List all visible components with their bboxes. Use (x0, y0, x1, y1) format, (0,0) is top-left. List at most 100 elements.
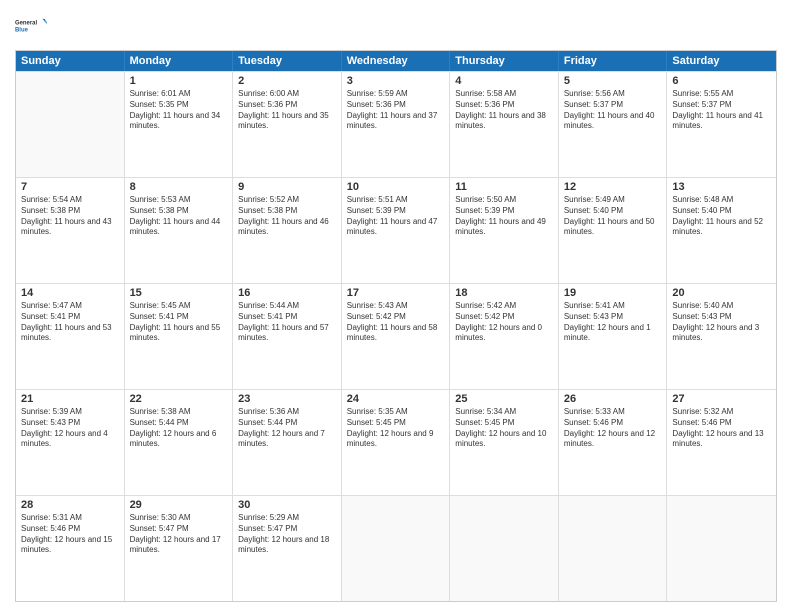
cell-info: Sunrise: 5:43 AM Sunset: 5:42 PM Dayligh… (347, 301, 445, 344)
sunset-label: Sunset: 5:43 PM (21, 418, 80, 427)
cell-info: Sunrise: 5:45 AM Sunset: 5:41 PM Dayligh… (130, 301, 228, 344)
cal-cell: 3 Sunrise: 5:59 AM Sunset: 5:36 PM Dayli… (342, 72, 451, 177)
cell-info: Sunrise: 5:56 AM Sunset: 5:37 PM Dayligh… (564, 89, 662, 132)
sunset-label: Sunset: 5:42 PM (347, 312, 406, 321)
sunset-label: Sunset: 5:42 PM (455, 312, 514, 321)
sunrise-label: Sunrise: 5:38 AM (130, 407, 191, 416)
sunset-label: Sunset: 5:46 PM (21, 524, 80, 533)
day-number: 30 (238, 499, 336, 511)
sunrise-label: Sunrise: 5:30 AM (130, 513, 191, 522)
cal-cell: 29 Sunrise: 5:30 AM Sunset: 5:47 PM Dayl… (125, 496, 234, 601)
cal-cell: 4 Sunrise: 5:58 AM Sunset: 5:36 PM Dayli… (450, 72, 559, 177)
header-day-monday: Monday (125, 51, 234, 71)
sunset-label: Sunset: 5:46 PM (564, 418, 623, 427)
sunrise-label: Sunrise: 5:44 AM (238, 301, 299, 310)
sunset-label: Sunset: 5:37 PM (672, 100, 731, 109)
day-number: 3 (347, 75, 445, 87)
cal-cell: 1 Sunrise: 6:01 AM Sunset: 5:35 PM Dayli… (125, 72, 234, 177)
cal-cell: 6 Sunrise: 5:55 AM Sunset: 5:37 PM Dayli… (667, 72, 776, 177)
daylight-label: Daylight: 12 hours and 12 minutes. (564, 429, 655, 449)
svg-text:General: General (15, 20, 37, 26)
daylight-label: Daylight: 11 hours and 43 minutes. (21, 217, 112, 237)
daylight-label: Daylight: 11 hours and 44 minutes. (130, 217, 221, 237)
daylight-label: Daylight: 11 hours and 53 minutes. (21, 323, 112, 343)
week-row-1: 1 Sunrise: 6:01 AM Sunset: 5:35 PM Dayli… (16, 71, 776, 177)
daylight-label: Daylight: 11 hours and 57 minutes. (238, 323, 329, 343)
cal-cell: 19 Sunrise: 5:41 AM Sunset: 5:43 PM Dayl… (559, 284, 668, 389)
daylight-label: Daylight: 12 hours and 17 minutes. (130, 535, 221, 555)
header-day-wednesday: Wednesday (342, 51, 451, 71)
sunrise-label: Sunrise: 5:51 AM (347, 195, 408, 204)
cell-info: Sunrise: 5:38 AM Sunset: 5:44 PM Dayligh… (130, 407, 228, 450)
sunrise-label: Sunrise: 6:00 AM (238, 89, 299, 98)
sunset-label: Sunset: 5:41 PM (130, 312, 189, 321)
sunrise-label: Sunrise: 5:40 AM (672, 301, 733, 310)
cell-info: Sunrise: 5:47 AM Sunset: 5:41 PM Dayligh… (21, 301, 119, 344)
cell-info: Sunrise: 5:32 AM Sunset: 5:46 PM Dayligh… (672, 407, 771, 450)
cal-cell: 9 Sunrise: 5:52 AM Sunset: 5:38 PM Dayli… (233, 178, 342, 283)
day-number: 28 (21, 499, 119, 511)
day-number: 12 (564, 181, 662, 193)
day-number: 6 (672, 75, 771, 87)
daylight-label: Daylight: 11 hours and 52 minutes. (672, 217, 763, 237)
cal-cell: 2 Sunrise: 6:00 AM Sunset: 5:36 PM Dayli… (233, 72, 342, 177)
logo: General Blue (15, 10, 47, 42)
day-number: 26 (564, 393, 662, 405)
cell-info: Sunrise: 5:49 AM Sunset: 5:40 PM Dayligh… (564, 195, 662, 238)
cell-info: Sunrise: 5:58 AM Sunset: 5:36 PM Dayligh… (455, 89, 553, 132)
day-number: 29 (130, 499, 228, 511)
daylight-label: Daylight: 11 hours and 58 minutes. (347, 323, 438, 343)
cell-info: Sunrise: 5:53 AM Sunset: 5:38 PM Dayligh… (130, 195, 228, 238)
day-number: 7 (21, 181, 119, 193)
day-number: 21 (21, 393, 119, 405)
week-row-5: 28 Sunrise: 5:31 AM Sunset: 5:46 PM Dayl… (16, 495, 776, 601)
calendar-body: 1 Sunrise: 6:01 AM Sunset: 5:35 PM Dayli… (16, 71, 776, 601)
sunset-label: Sunset: 5:35 PM (130, 100, 189, 109)
header-day-thursday: Thursday (450, 51, 559, 71)
sunset-label: Sunset: 5:47 PM (238, 524, 297, 533)
cal-cell (559, 496, 668, 601)
day-number: 17 (347, 287, 445, 299)
cell-info: Sunrise: 5:51 AM Sunset: 5:39 PM Dayligh… (347, 195, 445, 238)
sunset-label: Sunset: 5:40 PM (564, 206, 623, 215)
cell-info: Sunrise: 5:55 AM Sunset: 5:37 PM Dayligh… (672, 89, 771, 132)
sunrise-label: Sunrise: 5:35 AM (347, 407, 408, 416)
sunrise-label: Sunrise: 5:31 AM (21, 513, 82, 522)
daylight-label: Daylight: 12 hours and 4 minutes. (21, 429, 108, 449)
sunrise-label: Sunrise: 5:45 AM (130, 301, 191, 310)
cal-cell: 14 Sunrise: 5:47 AM Sunset: 5:41 PM Dayl… (16, 284, 125, 389)
sunrise-label: Sunrise: 5:33 AM (564, 407, 625, 416)
daylight-label: Daylight: 12 hours and 3 minutes. (672, 323, 759, 343)
sunset-label: Sunset: 5:39 PM (347, 206, 406, 215)
daylight-label: Daylight: 11 hours and 34 minutes. (130, 111, 221, 131)
sunrise-label: Sunrise: 5:32 AM (672, 407, 733, 416)
sunset-label: Sunset: 5:44 PM (238, 418, 297, 427)
day-number: 25 (455, 393, 553, 405)
cell-info: Sunrise: 6:00 AM Sunset: 5:36 PM Dayligh… (238, 89, 336, 132)
logo-svg: General Blue (15, 10, 47, 42)
sunrise-label: Sunrise: 5:59 AM (347, 89, 408, 98)
cal-cell: 27 Sunrise: 5:32 AM Sunset: 5:46 PM Dayl… (667, 390, 776, 495)
cal-cell: 7 Sunrise: 5:54 AM Sunset: 5:38 PM Dayli… (16, 178, 125, 283)
cal-cell: 21 Sunrise: 5:39 AM Sunset: 5:43 PM Dayl… (16, 390, 125, 495)
sunset-label: Sunset: 5:38 PM (238, 206, 297, 215)
sunset-label: Sunset: 5:36 PM (347, 100, 406, 109)
sunset-label: Sunset: 5:47 PM (130, 524, 189, 533)
day-number: 10 (347, 181, 445, 193)
cell-info: Sunrise: 5:33 AM Sunset: 5:46 PM Dayligh… (564, 407, 662, 450)
day-number: 22 (130, 393, 228, 405)
cal-cell: 16 Sunrise: 5:44 AM Sunset: 5:41 PM Dayl… (233, 284, 342, 389)
daylight-label: Daylight: 11 hours and 40 minutes. (564, 111, 655, 131)
cal-cell (342, 496, 451, 601)
cal-cell: 13 Sunrise: 5:48 AM Sunset: 5:40 PM Dayl… (667, 178, 776, 283)
sunset-label: Sunset: 5:40 PM (672, 206, 731, 215)
cal-cell (450, 496, 559, 601)
week-row-4: 21 Sunrise: 5:39 AM Sunset: 5:43 PM Dayl… (16, 389, 776, 495)
sunset-label: Sunset: 5:36 PM (455, 100, 514, 109)
cal-cell: 17 Sunrise: 5:43 AM Sunset: 5:42 PM Dayl… (342, 284, 451, 389)
cal-cell: 22 Sunrise: 5:38 AM Sunset: 5:44 PM Dayl… (125, 390, 234, 495)
cell-info: Sunrise: 5:34 AM Sunset: 5:45 PM Dayligh… (455, 407, 553, 450)
header: General Blue (15, 10, 777, 42)
daylight-label: Daylight: 12 hours and 6 minutes. (130, 429, 217, 449)
cell-info: Sunrise: 5:54 AM Sunset: 5:38 PM Dayligh… (21, 195, 119, 238)
